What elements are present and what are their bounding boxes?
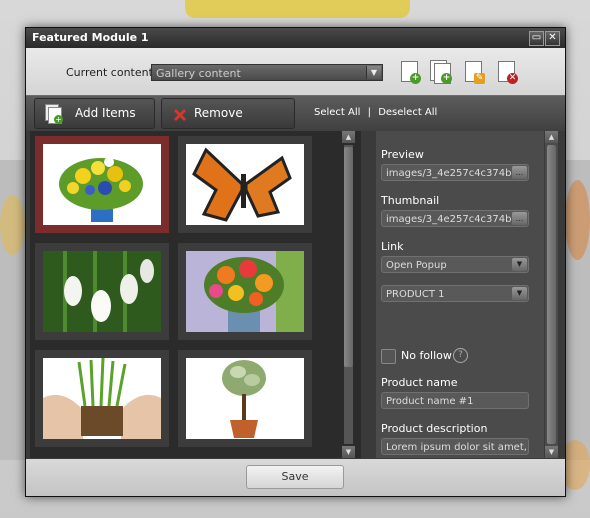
delete-page-icon[interactable]: ✕ (496, 60, 518, 84)
gallery-toolbar: + Add Items Remove Selected Select All |… (26, 95, 565, 149)
add-pages-icon[interactable]: + (430, 60, 452, 84)
current-content-value: Gallery content (156, 67, 241, 80)
product-description-input[interactable]: Lorem ipsum dolor sit amet, co (381, 438, 529, 455)
preview-label: Preview (381, 148, 424, 161)
preview-value: images/3_4e257c4c374be (386, 168, 518, 179)
window-title: Featured Module 1 (32, 31, 149, 44)
thumbnail-field[interactable]: images/3_4e257c4c374be ... (381, 210, 529, 227)
scroll-up-arrow[interactable]: ▲ (342, 131, 355, 143)
chevron-down-icon: ▼ (512, 287, 527, 300)
product-value: PRODUCT 1 (386, 289, 445, 300)
product-description-label: Product description (381, 422, 488, 435)
gallery-thumbnail (43, 144, 161, 225)
selection-links: Select All | Deselect All (314, 107, 441, 118)
scroll-down-arrow[interactable]: ▼ (342, 446, 355, 458)
chevron-down-icon: ▼ (366, 66, 381, 79)
gallery-thumbnail (186, 144, 304, 225)
current-content-select[interactable]: Gallery content ▼ (151, 64, 383, 81)
remove-selected-button[interactable]: Remove Selected (161, 98, 295, 149)
featured-module-dialog: Featured Module 1 ▭ ✕ Current content: G… (25, 27, 566, 497)
product-name-label: Product name (381, 376, 458, 389)
product-name-value: Product name #1 (386, 396, 474, 407)
gallery-item-snowdrops[interactable] (35, 243, 169, 340)
close-button[interactable]: ✕ (545, 31, 560, 46)
scroll-down-arrow[interactable]: ▼ (545, 446, 558, 458)
content-selector-bar: Current content: Gallery content ▼ + + ✎… (26, 48, 565, 95)
gallery-thumbnail (186, 251, 304, 332)
gallery-thumbnail (186, 358, 304, 439)
product-description-value: Lorem ipsum dolor sit amet, co (386, 442, 529, 453)
dialog-footer: Save (26, 459, 565, 496)
link-label: Link (381, 240, 404, 253)
background-flower-image (0, 195, 25, 255)
gallery-item-flower-bouquet[interactable] (35, 136, 169, 233)
properties-panel: Preview images/3_4e257c4c374be ... Thumb… (376, 131, 544, 458)
edit-page-icon[interactable]: ✎ (463, 60, 485, 84)
current-content-label: Current content: (66, 66, 157, 79)
gallery-item-grass-in-hands[interactable] (35, 350, 169, 447)
deselect-all-link[interactable]: Deselect All (378, 107, 437, 118)
maximize-button[interactable]: ▭ (529, 31, 544, 46)
gallery-scrollbar[interactable]: ▲ ▼ (342, 131, 355, 458)
gallery-thumbnail (43, 251, 161, 332)
gallery-item-butterfly[interactable] (178, 136, 312, 233)
save-button[interactable]: Save (246, 465, 344, 489)
scroll-thumb[interactable] (547, 145, 556, 444)
thumbnail-value: images/3_4e257c4c374be (386, 214, 518, 225)
link-value: Open Popup (386, 260, 447, 271)
product-select[interactable]: PRODUCT 1 ▼ (381, 285, 529, 302)
gallery-grid (30, 131, 361, 458)
preview-field[interactable]: images/3_4e257c4c374be ... (381, 164, 529, 181)
gallery-item-money-tree[interactable] (178, 350, 312, 447)
remove-icon (172, 105, 188, 121)
thumbnail-label: Thumbnail (381, 194, 440, 207)
add-items-label: Add Items (75, 106, 136, 120)
link-separator: | (367, 107, 371, 118)
add-items-icon: + (45, 104, 63, 124)
background-flower-image (565, 180, 590, 260)
background-banner (185, 0, 410, 18)
add-page-icon[interactable]: + (399, 60, 421, 84)
help-icon[interactable]: ? (453, 348, 468, 363)
product-name-input[interactable]: Product name #1 (381, 392, 529, 409)
add-items-button[interactable]: + Add Items (34, 98, 155, 129)
nofollow-label: No follow (401, 349, 452, 362)
chevron-down-icon: ▼ (512, 258, 527, 271)
nofollow-checkbox[interactable] (381, 349, 396, 364)
scroll-thumb[interactable] (344, 147, 353, 367)
gallery-item-orange-bouquet[interactable] (178, 243, 312, 340)
link-select[interactable]: Open Popup ▼ (381, 256, 529, 273)
browse-thumbnail-button[interactable]: ... (512, 212, 527, 225)
browse-preview-button[interactable]: ... (512, 166, 527, 179)
properties-scrollbar[interactable]: ▲ ▼ (545, 131, 558, 458)
select-all-link[interactable]: Select All (314, 107, 360, 118)
gallery-thumbnail (43, 357, 161, 439)
scroll-up-arrow[interactable]: ▲ (545, 131, 558, 143)
title-bar[interactable]: Featured Module 1 ▭ ✕ (26, 28, 565, 48)
